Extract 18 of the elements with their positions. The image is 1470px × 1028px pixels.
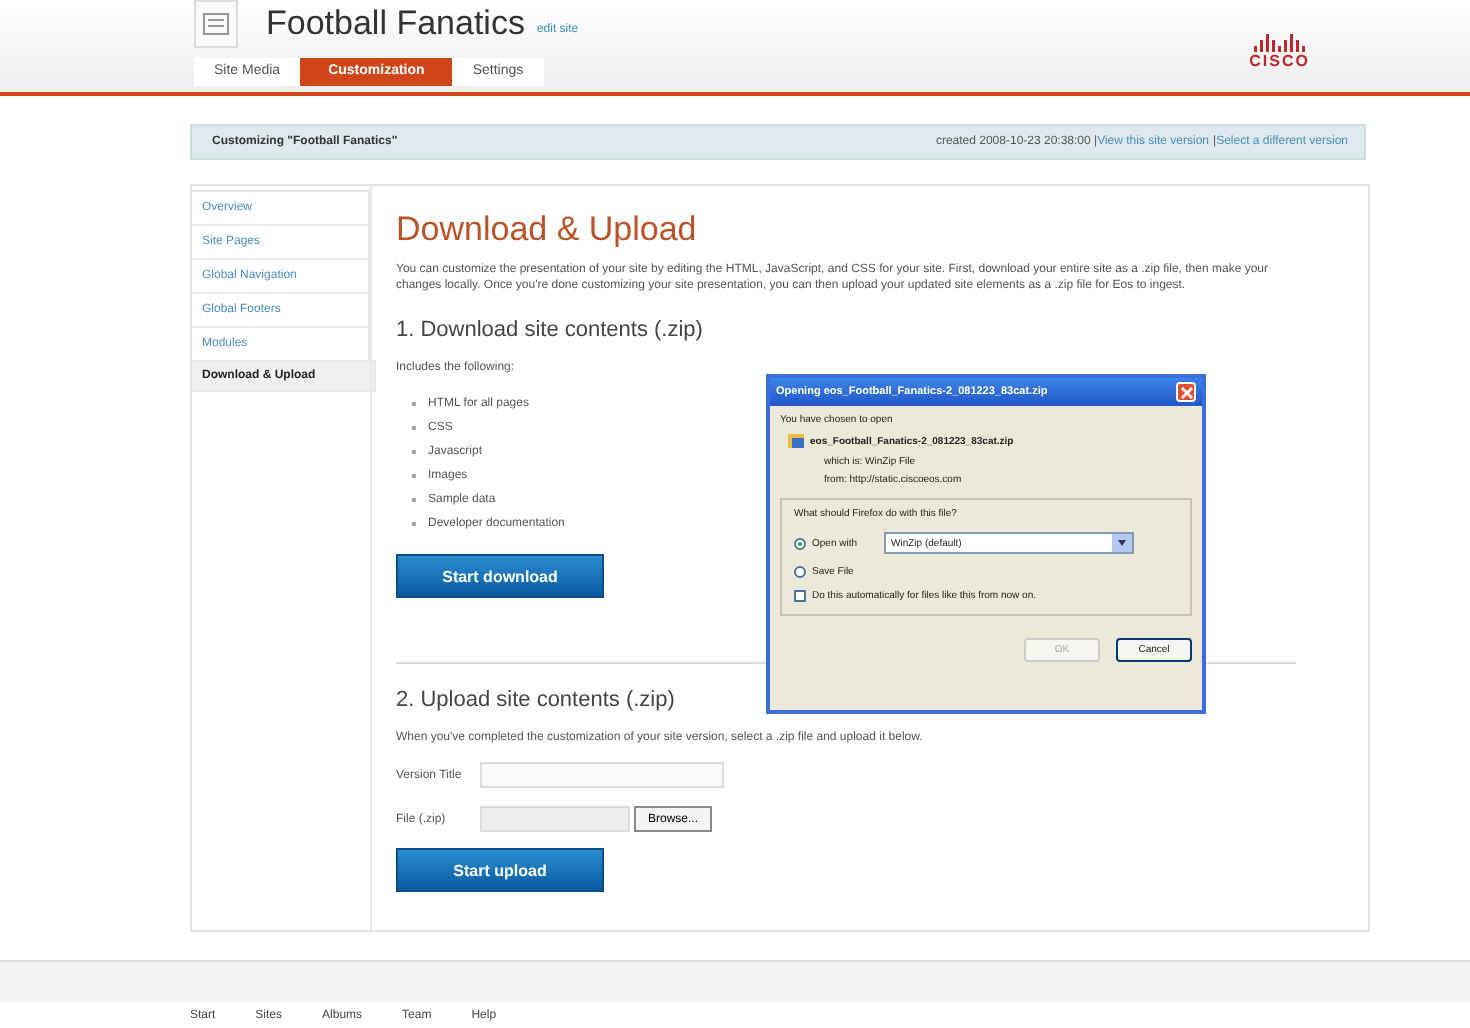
start-upload-button[interactable]: Start upload — [396, 848, 604, 892]
page-icon — [202, 12, 230, 36]
section-heading: 1. Download site contents (.zip) — [396, 318, 703, 342]
section-heading: 2. Upload site contents (.zip) — [396, 688, 675, 712]
radio-button[interactable] — [794, 566, 806, 578]
page-heading: Download & Upload — [396, 210, 699, 250]
file-field[interactable] — [480, 806, 630, 832]
close-button[interactable] — [1176, 382, 1196, 402]
close-icon — [1179, 385, 1193, 399]
start-download-button[interactable]: Start download — [396, 554, 604, 598]
site-title: Football Fanatics — [266, 4, 525, 44]
zip-file-icon — [788, 432, 804, 450]
checkbox[interactable] — [794, 590, 806, 602]
radio-button[interactable] — [794, 537, 806, 549]
logo-text: CISCO — [1249, 52, 1310, 70]
version-title-field[interactable] — [480, 762, 724, 788]
logo-bars-icon — [1253, 34, 1306, 52]
dropdown-arrow-icon — [1111, 534, 1132, 552]
